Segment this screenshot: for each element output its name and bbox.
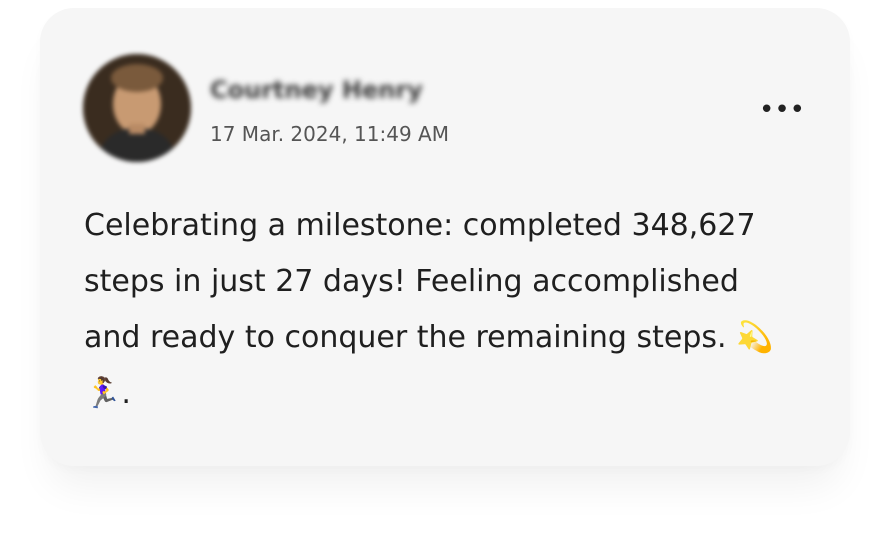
avatar[interactable]: [83, 54, 191, 162]
post-card: Courtney Henry 17 Mar. 2024, 11:49 AM ••…: [40, 8, 850, 466]
post-timestamp: 17 Mar. 2024, 11:49 AM: [210, 122, 449, 146]
more-horizontal-icon: •••: [759, 95, 806, 125]
author-name[interactable]: Courtney Henry: [210, 76, 423, 104]
post-body: Celebrating a milestone: completed 348,6…: [84, 208, 774, 411]
more-options-button[interactable]: •••: [759, 95, 806, 125]
